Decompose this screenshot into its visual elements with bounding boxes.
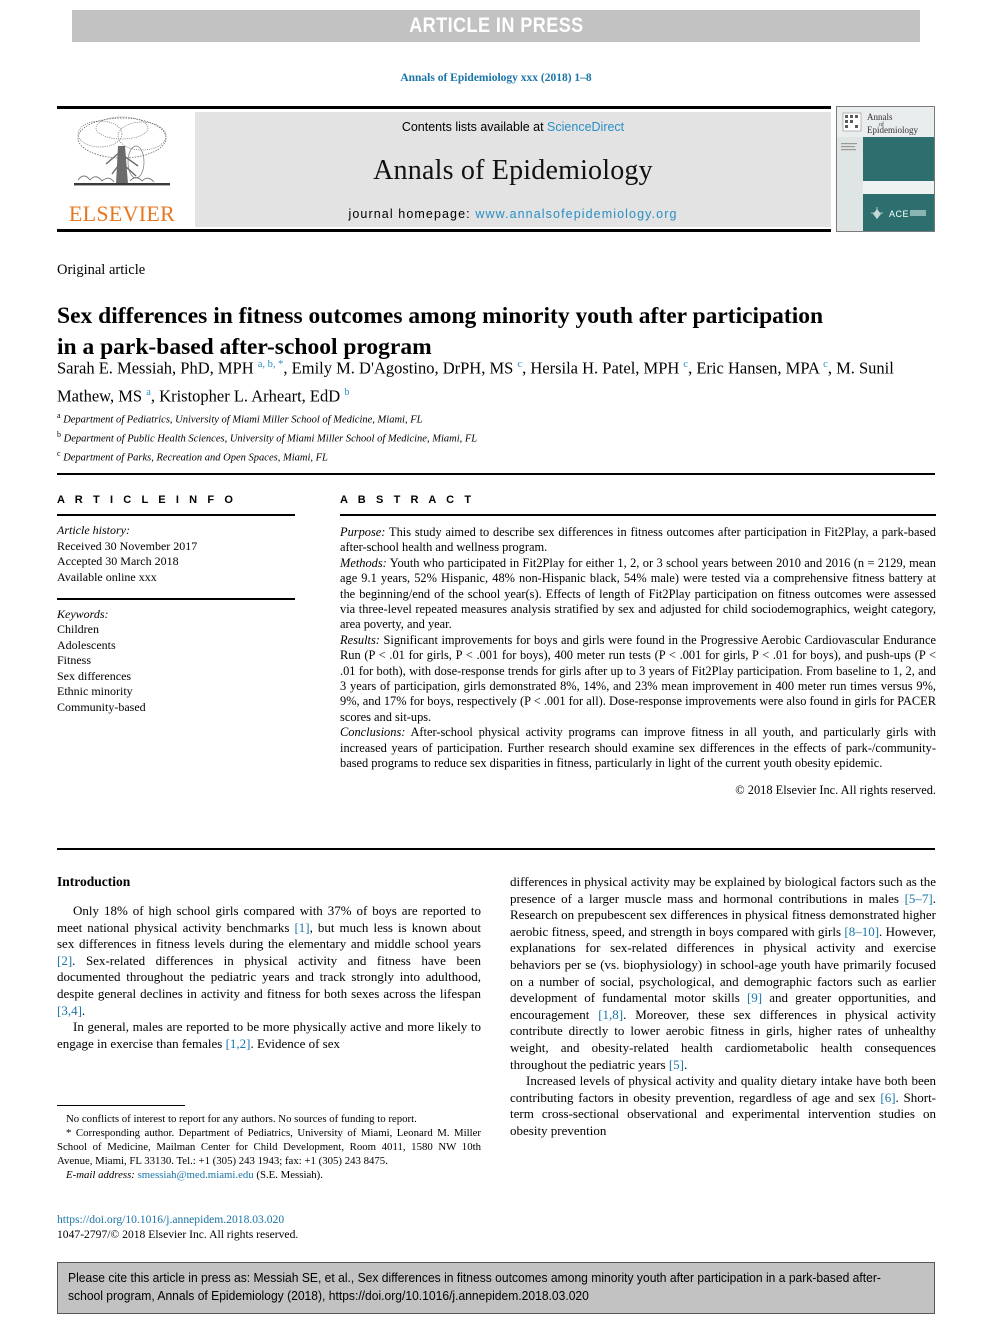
journal-title: Annals of Epidemiology [373,154,653,186]
elsevier-wordmark: ELSEVIER [68,201,176,226]
citation-ref[interactable]: [3,4] [57,1003,82,1018]
citation-ref[interactable]: [9] [747,990,762,1005]
journal-homepage-line: journal homepage: www.annalsofepidemiolo… [348,207,677,221]
history-item: Available online xxx [57,569,157,584]
doi-link[interactable]: https://doi.org/10.1016/j.annepidem.2018… [57,1212,481,1227]
footnote-email-line: E-mail address: smessiah@med.miami.edu (… [57,1168,481,1182]
journal-header-box: Contents lists available at ScienceDirec… [195,112,831,227]
doi-block: https://doi.org/10.1016/j.annepidem.2018… [57,1212,481,1242]
homepage-prefix: journal homepage: [348,207,476,221]
history-item: Received 30 November 2017 [57,538,198,553]
abstract-heading: A B S T R A C T [340,494,475,506]
keyword-item: Children [57,622,99,636]
citation-ref[interactable]: [8–10] [844,924,879,939]
citation-ref[interactable]: [2] [57,953,72,968]
abstract-section-item: Results: Significant improvements for bo… [340,632,936,724]
article-type-label: Original article [57,262,146,278]
masthead-top-rule [57,106,831,109]
body-column-left: Introduction Only 18% of high school gir… [57,874,481,1052]
svg-text:ACE: ACE [889,209,909,219]
body-column-right: differences in physical activity may be … [510,874,936,1140]
journal-running-head: Annals of Epidemiology xxx (2018) 1–8 [400,72,592,84]
elsevier-tree-icon [74,116,170,186]
article-info-rule [57,514,295,516]
abstract-section: A B S T R A C T Purpose: This study aime… [340,494,936,798]
citation-ref[interactable]: [6] [880,1090,895,1105]
keywords-block: Keywords: Children Adolescents Fitness S… [57,607,295,716]
section-heading-introduction: Introduction [57,874,131,889]
citation-ref[interactable]: [1] [294,920,309,935]
body-paragraph: differences in physical activity may be … [510,874,937,1072]
affiliation-item: b Department of Public Health Sciences, … [57,430,478,445]
citation-ref[interactable]: [1,8] [598,1007,623,1022]
svg-text:Annals: Annals [867,112,893,122]
footnote-rule [57,1105,185,1107]
history-item: Accepted 30 March 2018 [57,554,179,568]
abstract-copyright: © 2018 Elsevier Inc. All rights reserved… [735,782,936,797]
keywords-rule [57,598,295,600]
abstract-section-label: Purpose: [340,525,386,539]
cite-this-article-text: Please cite this article in press as: Me… [68,1271,881,1303]
affiliation-list: a Department of Pediatrics, University o… [57,409,757,466]
abstract-section-label: Conclusions: [340,725,406,740]
email-address-label: E-mail address: [66,1169,135,1181]
journal-cover-thumbnail: Annals of Epidemiology ACE [836,106,935,232]
keyword-item: Fitness [57,653,92,667]
keyword-item: Sex differences [57,668,132,683]
journal-masthead: ELSEVIER Contents lists available at Sci… [57,106,935,232]
abstract-rule [340,514,936,516]
email-address-link[interactable]: smessiah@med.miami.edu [138,1169,254,1181]
article-in-press-label: ARTICLE IN PRESS [408,14,584,37]
abstract-section-item: Methods: Youth who participated in Fit2P… [340,555,936,632]
issn-copyright-line: 1047-2797/© 2018 Elsevier Inc. All right… [57,1228,299,1241]
abstract-section-label: Methods: [340,555,387,570]
contents-available-line: Contents lists available at ScienceDirec… [402,120,624,134]
email-address-owner: (S.E. Messiah). [256,1169,323,1181]
body-paragraph: Increased levels of physical activity an… [510,1073,937,1138]
footnote-block: No conflicts of interest to report for a… [57,1112,481,1182]
abstract-section-label: Results: [340,632,380,647]
keyword-item: Adolescents [57,637,116,652]
article-history-label: Article history: [57,523,130,537]
abstract-section-item: Conclusions: After-school physical activ… [340,725,936,771]
cite-this-article-box: Please cite this article in press as: Me… [57,1262,935,1314]
affiliation-item: a Department of Pediatrics, University o… [57,411,423,426]
abstract-section-item: Purpose: This study aimed to describe se… [340,525,936,555]
article-history-block: Article history: Received 30 November 20… [57,523,295,585]
body-paragraph: Only 18% of high school girls compared w… [57,903,481,1018]
keyword-item: Ethnic minority [57,684,133,698]
article-info-section: A R T I C L E I N F O Article history: R… [57,494,295,715]
masthead-bottom-rule [57,229,831,232]
svg-text:Epidemiology: Epidemiology [867,125,918,135]
contents-prefix: Contents lists available at [401,120,548,134]
article-in-press-banner: ARTICLE IN PRESS [72,10,920,42]
elsevier-logo: ELSEVIER [57,112,187,227]
abstract-bottom-rule [57,848,935,850]
abstract-top-rule [57,473,935,475]
footnote-conflicts: No conflicts of interest to report for a… [66,1113,417,1125]
journal-homepage-link[interactable]: www.annalsofepidemiology.org [475,207,677,221]
sciencedirect-link[interactable]: ScienceDirect [547,120,624,134]
affiliation-item: c Department of Parks, Recreation and Op… [57,449,328,464]
citation-ref[interactable]: [5–7] [905,891,933,906]
footnote-corresponding-author: * Corresponding author. Department of Pe… [57,1127,481,1167]
citation-ref[interactable]: [5] [669,1057,684,1072]
citation-ref[interactable]: [1,2] [226,1036,251,1051]
keywords-label: Keywords: [57,606,109,621]
body-paragraph: In general, males are reported to be mor… [57,1019,481,1051]
author-list: Sarah E. Messiah, PhD, MPH a, b, *, Emil… [57,358,894,406]
article-info-heading: A R T I C L E I N F O [57,494,237,506]
abstract-body: Purpose: This study aimed to describe se… [340,525,936,772]
journal-cover-image: Annals of Epidemiology ACE [837,107,934,231]
keyword-item: Community-based [57,699,146,714]
